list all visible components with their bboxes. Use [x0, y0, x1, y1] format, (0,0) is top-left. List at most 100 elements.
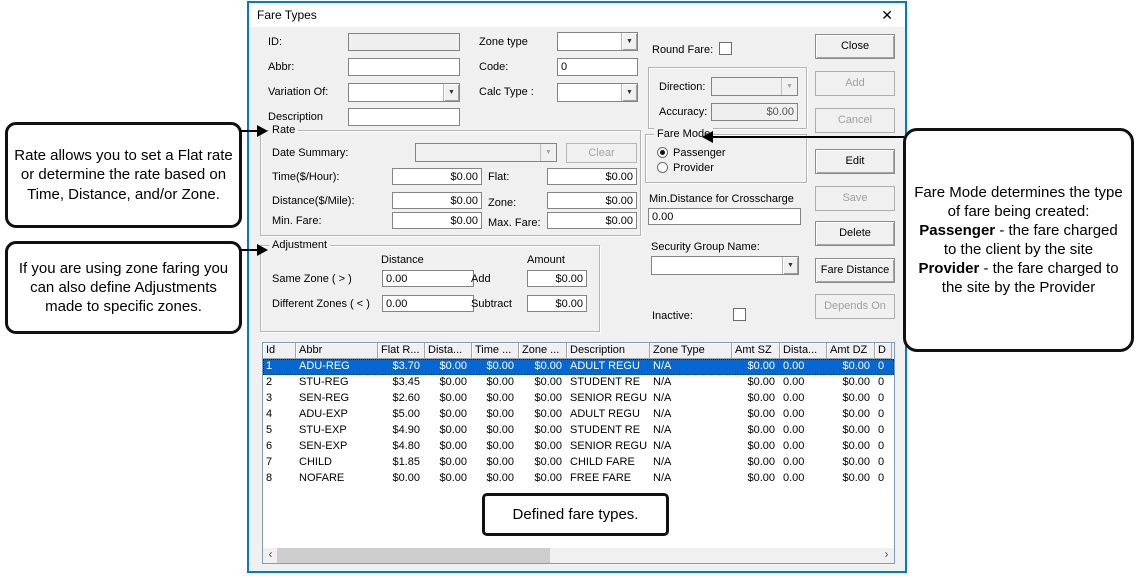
table-row[interactable]: 1ADU-REG$3.70$0.00$0.00$0.00ADULT REGUN/… [263, 359, 894, 375]
zone-type-dropdown[interactable]: ▼ [557, 32, 638, 51]
column-header[interactable]: Flat R... [378, 343, 425, 359]
min-fare-field[interactable]: $0.00 [392, 212, 482, 229]
passenger-radio[interactable] [657, 147, 668, 158]
inactive-checkbox[interactable] [733, 308, 746, 321]
flat-field[interactable]: $0.00 [547, 168, 637, 185]
scrollbar-thumb[interactable] [277, 548, 550, 563]
calc-type-label: Calc Type : [479, 86, 534, 98]
calc-type-dropdown[interactable]: ▼ [557, 83, 638, 102]
table-cell: $0.00 [827, 455, 875, 471]
callout-adjustment-arrowhead-icon [257, 244, 268, 256]
column-header[interactable]: Abbr [296, 343, 378, 359]
column-header[interactable]: Amt SZ [732, 343, 780, 359]
column-header[interactable]: Amt DZ [827, 343, 875, 359]
table-cell: 0.00 [780, 423, 827, 439]
table-cell: $0.00 [732, 359, 780, 375]
add-label: Add [471, 273, 491, 285]
table-row[interactable]: 2STU-REG$3.45$0.00$0.00$0.00STUDENT REN/… [263, 375, 894, 391]
table-row[interactable]: 3SEN-REG$2.60$0.00$0.00$0.00SENIOR REGUN… [263, 391, 894, 407]
max-fare-label: Max. Fare: [488, 217, 541, 229]
table-cell: $0.00 [827, 471, 875, 487]
column-header[interactable]: Dista... [780, 343, 827, 359]
zone-field[interactable]: $0.00 [547, 192, 637, 209]
min-fare-label: Min. Fare: [272, 215, 322, 227]
id-field [348, 33, 460, 51]
depends-on-button: Depends On [815, 294, 895, 319]
dialog-body: ID: Zone type ▼ Abbr: Code: 0 Variation … [249, 27, 905, 571]
security-group-dropdown[interactable]: ▼ [651, 256, 799, 275]
round-fare-label: Round Fare: [652, 44, 713, 56]
table-cell: $0.00 [425, 407, 472, 423]
table-cell: $3.70 [378, 359, 425, 375]
abbr-field[interactable] [348, 58, 460, 76]
table-row[interactable]: 7CHILD$1.85$0.00$0.00$0.00CHILD FAREN/A$… [263, 455, 894, 471]
table-cell: N/A [650, 423, 732, 439]
table-cell: 0 [875, 359, 892, 375]
delete-button[interactable]: Delete [815, 221, 895, 246]
column-header[interactable]: D [875, 343, 892, 359]
dialog-titlebar[interactable]: Fare Types ✕ [249, 3, 905, 27]
variation-of-dropdown[interactable]: ▼ [348, 83, 460, 102]
table-cell: N/A [650, 471, 732, 487]
table-cell: SEN-EXP [296, 439, 378, 455]
table-row[interactable]: 8NOFARE$0.00$0.00$0.00$0.00FREE FAREN/A$… [263, 471, 894, 487]
date-summary-dropdown: ▼ [415, 143, 557, 162]
table-cell: 0 [875, 391, 892, 407]
provider-radio[interactable] [657, 162, 668, 173]
adjustment-legend: Adjustment [269, 239, 330, 251]
horizontal-scrollbar[interactable]: ‹ › [263, 548, 894, 563]
table-cell: 6 [263, 439, 296, 455]
scroll-right-icon[interactable]: › [879, 548, 894, 563]
column-header[interactable]: Description [567, 343, 650, 359]
table-cell: $0.00 [827, 439, 875, 455]
table-row[interactable]: 6SEN-EXP$4.80$0.00$0.00$0.00SENIOR REGUN… [263, 439, 894, 455]
table-cell: ADULT REGU [567, 359, 650, 375]
amount-column-header: Amount [527, 254, 565, 266]
column-header[interactable]: Zone ... [519, 343, 567, 359]
column-header[interactable]: Id [263, 343, 296, 359]
table-cell: $0.00 [425, 471, 472, 487]
id-label: ID: [268, 36, 282, 48]
table-cell: $0.00 [827, 423, 875, 439]
distance-column-header: Distance [381, 254, 424, 266]
table-row[interactable]: 4ADU-EXP$5.00$0.00$0.00$0.00ADULT REGUN/… [263, 407, 894, 423]
table-row[interactable]: 5STU-EXP$4.90$0.00$0.00$0.00STUDENT REN/… [263, 423, 894, 439]
table-cell: 4 [263, 407, 296, 423]
same-zone-field[interactable]: 0.00 [382, 270, 474, 287]
time-field[interactable]: $0.00 [392, 168, 482, 185]
chevron-down-icon[interactable]: ▼ [621, 84, 637, 101]
edit-button[interactable]: Edit [815, 149, 895, 174]
table-cell: $0.00 [425, 439, 472, 455]
min-distance-crosscharge-field[interactable]: 0.00 [648, 208, 801, 225]
distance-field[interactable]: $0.00 [392, 192, 482, 209]
table-cell: $0.00 [378, 471, 425, 487]
column-header[interactable]: Time ... [472, 343, 519, 359]
abbr-label: Abbr: [268, 61, 294, 73]
table-cell: ADULT REGU [567, 407, 650, 423]
code-field[interactable]: 0 [557, 58, 638, 76]
max-fare-field[interactable]: $0.00 [547, 212, 637, 229]
table-cell: $0.00 [732, 439, 780, 455]
zone-type-label: Zone type [479, 36, 528, 48]
table-cell: $0.00 [827, 375, 875, 391]
chevron-down-icon[interactable]: ▼ [443, 84, 459, 101]
fare-distance-button[interactable]: Fare Distance [815, 258, 895, 283]
column-header[interactable]: Dista... [425, 343, 472, 359]
description-field[interactable] [348, 108, 460, 126]
close-icon[interactable]: ✕ [881, 6, 893, 24]
different-zones-field[interactable]: 0.00 [382, 295, 474, 312]
table-cell: $1.85 [378, 455, 425, 471]
callout-fare-mode-arrowhead-icon [702, 131, 713, 143]
table-cell: $0.00 [519, 359, 567, 375]
column-header[interactable]: Zone Type [650, 343, 732, 359]
close-button[interactable]: Close [815, 34, 895, 59]
subtract-amount-field[interactable]: $0.00 [527, 295, 587, 312]
round-fare-checkbox[interactable] [719, 42, 732, 55]
fare-table-header-row: IdAbbrFlat R...Dista...Time ...Zone ...D… [263, 343, 894, 359]
chevron-down-icon[interactable]: ▼ [621, 33, 637, 50]
table-cell: $0.00 [827, 391, 875, 407]
chevron-down-icon[interactable]: ▼ [782, 257, 798, 274]
add-amount-field[interactable]: $0.00 [527, 270, 587, 287]
scroll-left-icon[interactable]: ‹ [263, 548, 278, 563]
zone-label: Zone: [488, 197, 516, 209]
